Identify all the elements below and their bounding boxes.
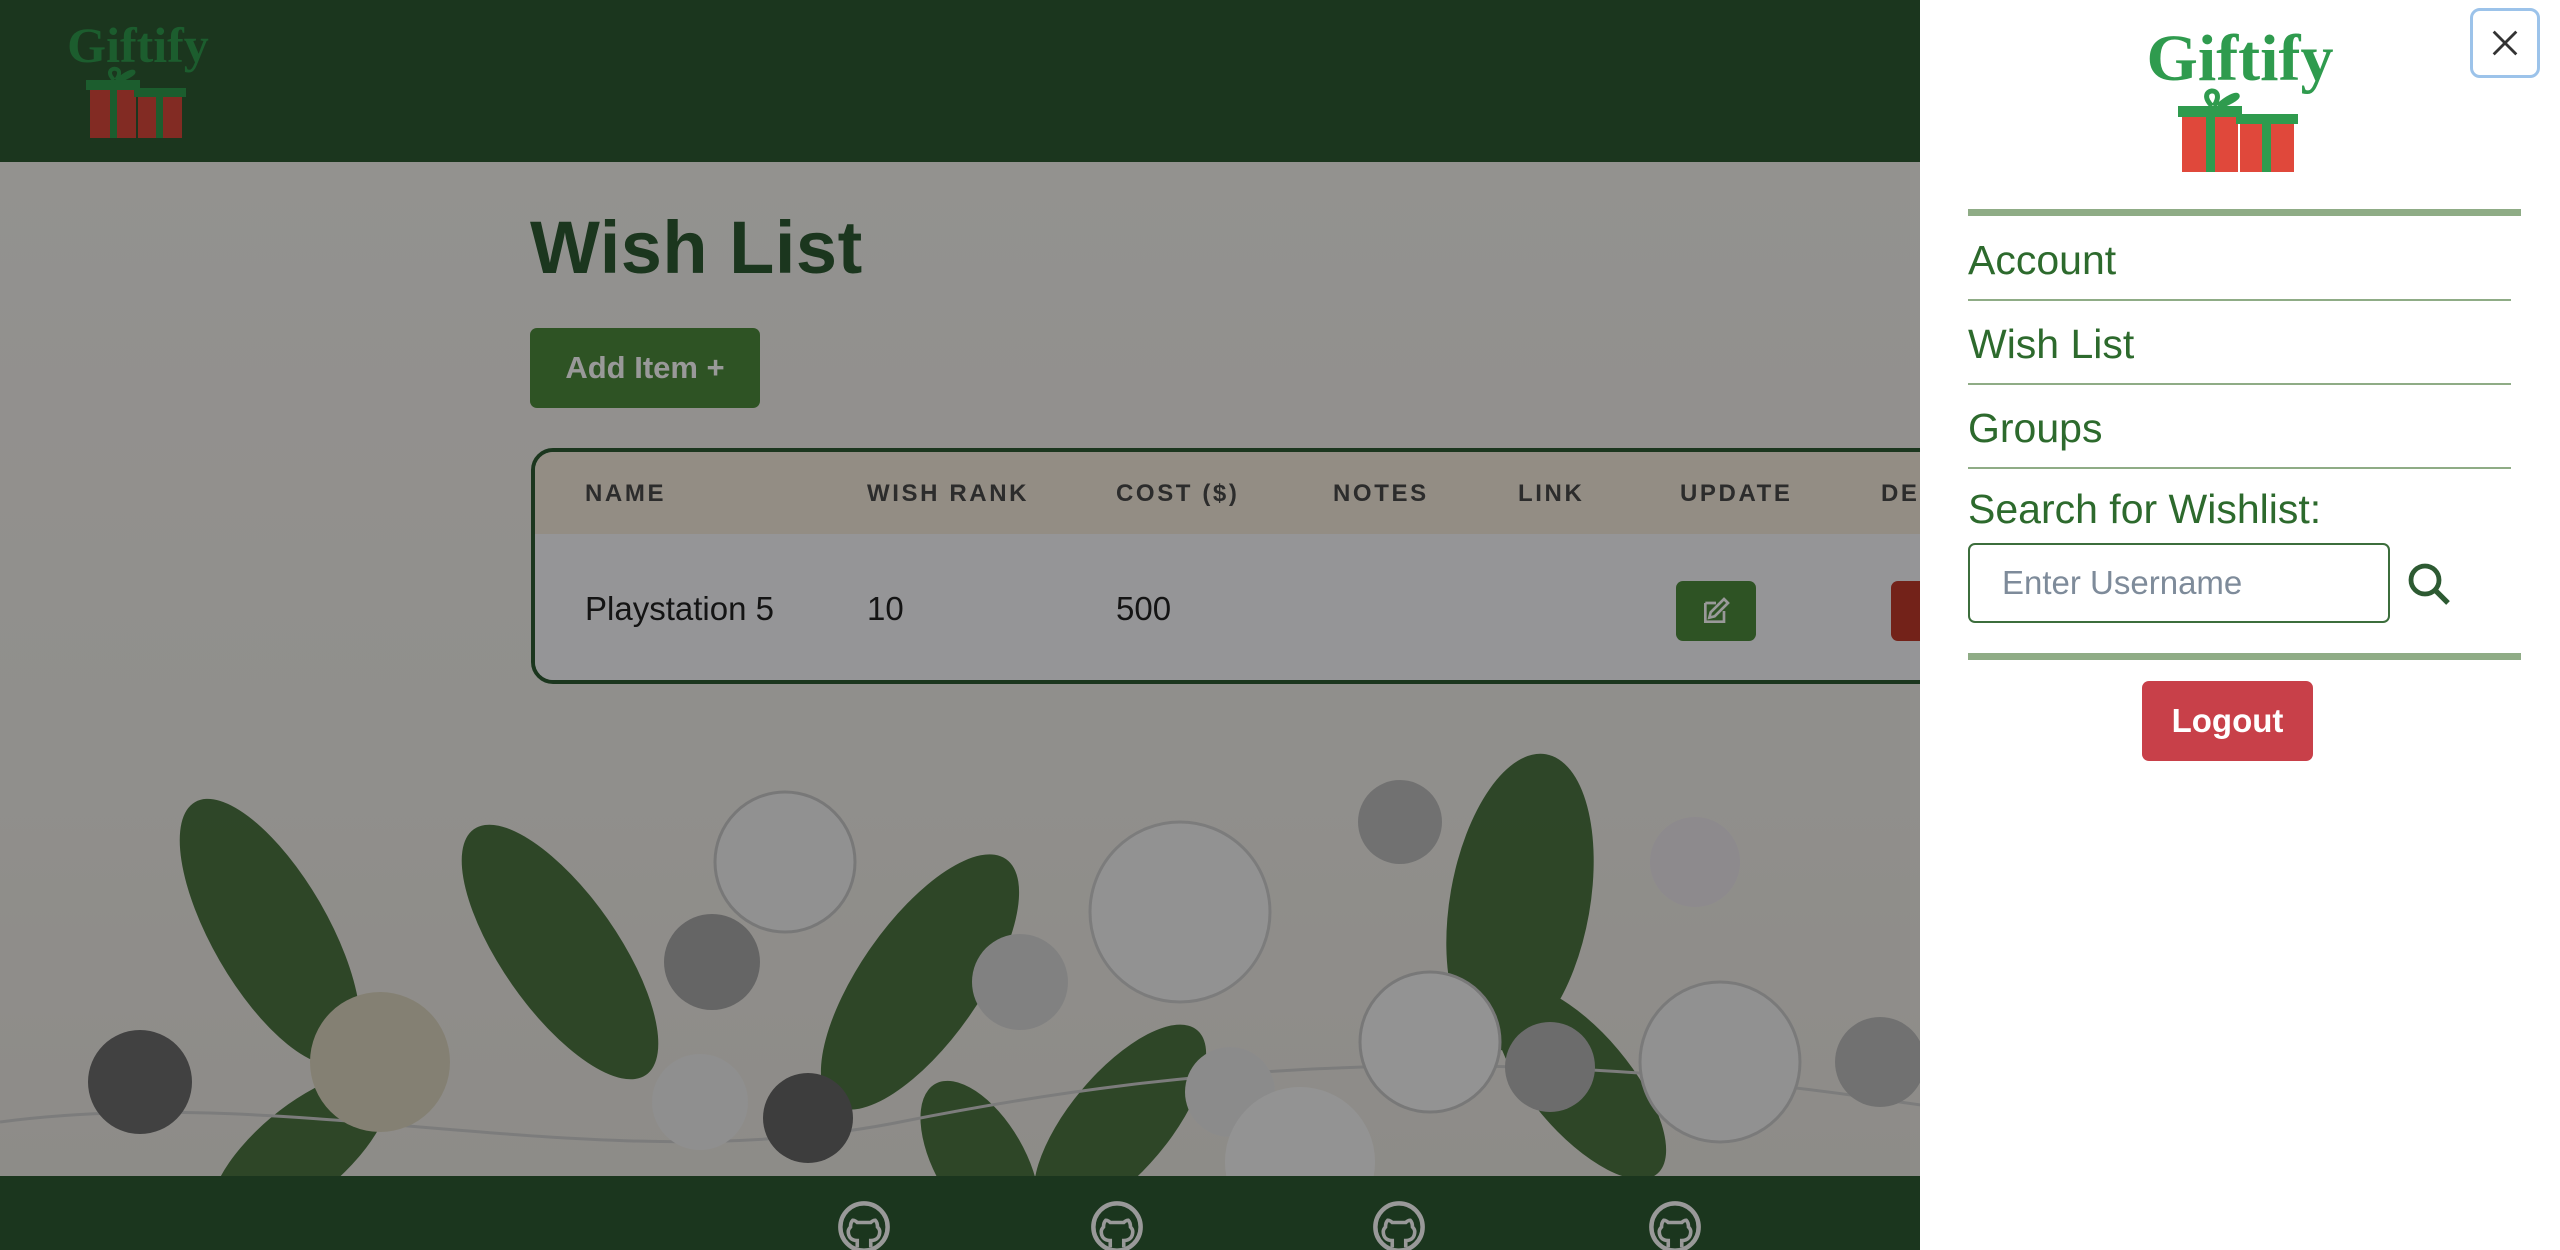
column-header-update[interactable]: UPDATE bbox=[1680, 480, 1793, 508]
table-header: NAME WISH RANK COST ($) NOTES LINK UPDAT… bbox=[535, 452, 2027, 534]
divider bbox=[1968, 209, 2521, 216]
update-item-button[interactable] bbox=[1676, 581, 1756, 641]
item-name: Playstation 5 bbox=[585, 590, 774, 627]
giftify-logo[interactable]: Giftify bbox=[38, 16, 238, 146]
github-icon[interactable] bbox=[1090, 1200, 1144, 1250]
close-button[interactable] bbox=[2470, 8, 2540, 78]
divider bbox=[1968, 653, 2521, 660]
github-icon[interactable] bbox=[837, 1200, 891, 1250]
item-cost: 500 bbox=[1116, 590, 1172, 627]
username-search-input[interactable] bbox=[1968, 543, 2390, 623]
table-row: Playstation 5 10 500 bbox=[535, 534, 2027, 680]
svg-text:Giftify: Giftify bbox=[67, 17, 209, 73]
item-rank: 10 bbox=[867, 590, 904, 627]
wishlist-table: NAME WISH RANK COST ($) NOTES LINK UPDAT… bbox=[531, 448, 2031, 684]
column-header-cost[interactable]: COST ($) bbox=[1116, 480, 1239, 508]
column-header-name[interactable]: NAME bbox=[585, 480, 666, 508]
nav-item-label[interactable]: Account bbox=[1968, 237, 2116, 284]
nav-item-groups[interactable]: Groups bbox=[1968, 385, 2511, 469]
page-title: Wish List bbox=[530, 206, 863, 289]
logout-button[interactable]: Logout bbox=[2142, 681, 2313, 761]
add-item-button[interactable]: Add Item + bbox=[530, 328, 760, 408]
github-icon[interactable] bbox=[1648, 1200, 1702, 1250]
nav-item-label[interactable]: Groups bbox=[1968, 405, 2102, 452]
nav-item-account[interactable]: Account bbox=[1968, 217, 2511, 301]
svg-text:Giftify: Giftify bbox=[2147, 22, 2334, 95]
search-label: Search for Wishlist: bbox=[1968, 486, 2322, 532]
column-header-link[interactable]: LINK bbox=[1518, 480, 1584, 508]
search-icon[interactable] bbox=[2405, 560, 2453, 608]
close-icon bbox=[2492, 30, 2518, 56]
nav-item-label[interactable]: Wish List bbox=[1968, 321, 2134, 368]
offcanvas-menu bbox=[1920, 0, 2560, 1250]
giftify-logo[interactable]: Giftify bbox=[2120, 18, 2360, 178]
column-header-wish-rank[interactable]: WISH RANK bbox=[867, 480, 1029, 508]
pencil-square-icon bbox=[1704, 597, 1730, 623]
github-icon[interactable] bbox=[1372, 1200, 1426, 1250]
nav-item-wish-list[interactable]: Wish List bbox=[1968, 301, 2511, 385]
column-header-notes[interactable]: NOTES bbox=[1333, 480, 1429, 508]
